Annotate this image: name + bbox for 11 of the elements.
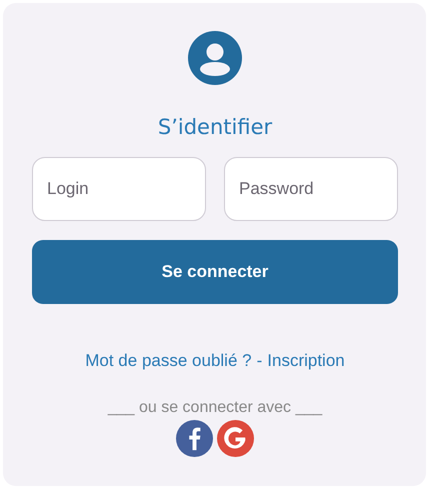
google-icon[interactable] [217, 420, 254, 457]
login-button[interactable]: Se connecter [32, 240, 398, 304]
signup-link[interactable]: Inscription [267, 351, 345, 371]
social-caption: ___ ou se connecter avec ___ [108, 399, 322, 417]
facebook-icon[interactable] [176, 420, 213, 457]
link-separator: - [256, 351, 262, 371]
forgot-password-link[interactable]: Mot de passe oublié ? [85, 351, 252, 371]
input-field[interactable]: Password [224, 157, 398, 221]
user-icon [188, 31, 242, 85]
input-field[interactable]: Login [32, 157, 206, 221]
login-title: S’identifier [158, 115, 272, 139]
